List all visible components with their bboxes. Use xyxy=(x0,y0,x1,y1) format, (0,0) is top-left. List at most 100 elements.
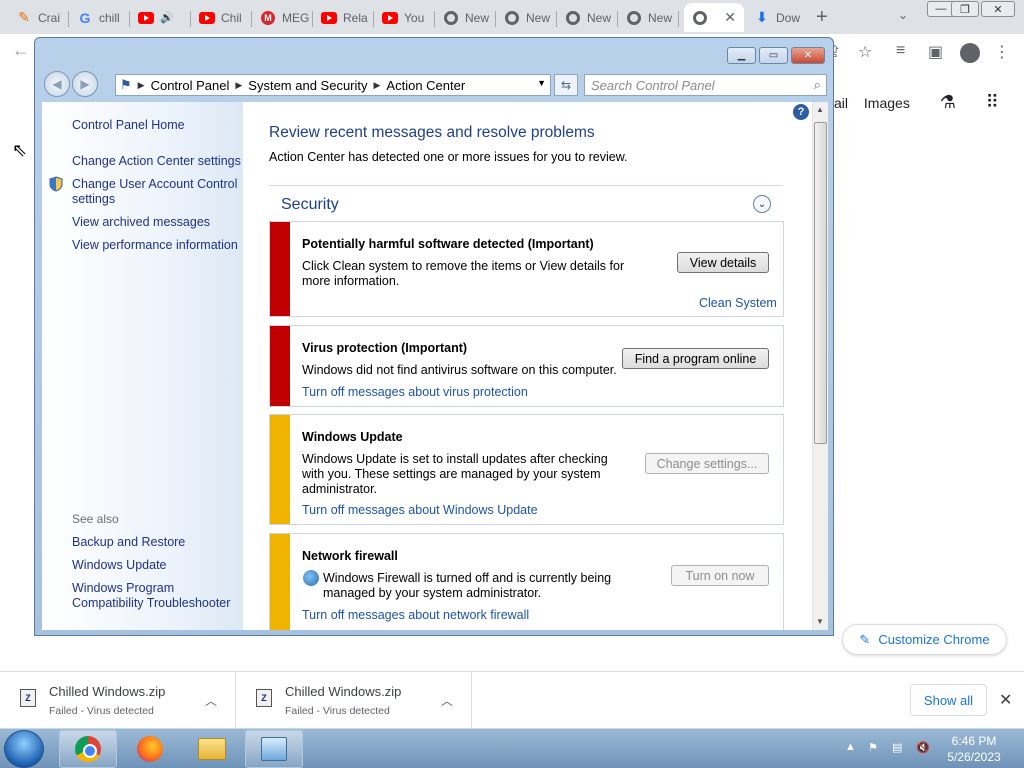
tab-new-1[interactable]: New xyxy=(435,3,496,32)
severity-bar-red xyxy=(270,222,290,316)
message-harmful-software: Potentially harmful software detected (I… xyxy=(269,221,784,317)
profile-avatar-icon[interactable] xyxy=(960,43,980,63)
security-section-title[interactable]: Security xyxy=(281,196,339,214)
show-hidden-icons-icon[interactable]: ▲ xyxy=(845,741,856,753)
link-change-action-center-settings[interactable]: Change Action Center settings xyxy=(72,154,242,169)
close-button[interactable]: ✕ xyxy=(981,1,1015,17)
back-arrow-icon[interactable]: ← xyxy=(12,40,30,61)
mouse-cursor-icon: ⇖ xyxy=(12,140,28,160)
google-header-links: ail Images ⚗ ⠿ xyxy=(834,92,999,113)
link-view-performance-information[interactable]: View performance information xyxy=(72,238,242,253)
restore-button[interactable]: ❐ xyxy=(951,1,979,17)
turn-on-now-button[interactable]: Turn on now xyxy=(671,565,769,586)
tab-youtube[interactable]: You xyxy=(374,3,435,32)
tab-new-2[interactable]: New xyxy=(496,3,557,32)
find-program-online-button[interactable]: Find a program online xyxy=(622,348,769,369)
show-all-button[interactable]: Show all xyxy=(910,684,987,716)
tab-youtube-audio[interactable]: 🔊 xyxy=(130,3,191,32)
collapse-chevron-icon[interactable]: ⌄ xyxy=(753,195,771,213)
forward-arrow-icon[interactable]: ▶ xyxy=(72,71,98,97)
network-icon[interactable]: ▤ xyxy=(892,741,902,754)
tab-chill-search[interactable]: G chill xyxy=(69,3,130,32)
system-clock[interactable]: 6:46 PM 5/26/2023 xyxy=(934,733,1014,765)
link-view-archived-messages[interactable]: View archived messages xyxy=(72,215,242,230)
scroll-down-arrow-icon[interactable]: ▼ xyxy=(816,617,824,626)
tab-youtube-rela[interactable]: Rela xyxy=(313,3,374,32)
labs-flask-icon[interactable]: ⚗ xyxy=(940,92,956,112)
scroll-up-arrow-icon[interactable]: ▲ xyxy=(816,105,824,114)
turn-off-virus-messages-link[interactable]: Turn off messages about virus protection xyxy=(302,385,528,399)
taskbar-chrome[interactable] xyxy=(59,730,117,768)
cp-minimize-button[interactable]: ▁ xyxy=(727,47,756,64)
view-details-button[interactable]: View details xyxy=(677,252,769,273)
audio-playing-icon[interactable]: 🔊 xyxy=(160,11,174,24)
youtube-icon xyxy=(138,10,154,26)
left-task-pane: Control Panel Home Change Action Center … xyxy=(42,102,243,630)
cp-close-button[interactable]: ✕ xyxy=(791,47,825,64)
tab-new-4[interactable]: New xyxy=(618,3,679,32)
browser-tab-strip: ✎ Crai G chill 🔊 Chil M MEG Rela You New xyxy=(0,0,1024,34)
tab-mega[interactable]: M MEG xyxy=(252,3,313,32)
new-tab-button[interactable]: + xyxy=(816,6,828,29)
breadcrumb-control-panel[interactable]: Control Panel xyxy=(151,78,230,93)
search-control-panel-input[interactable]: Search Control Panel ⌕ xyxy=(584,74,827,96)
tab-close-icon[interactable]: ✕ xyxy=(724,9,736,26)
start-button[interactable] xyxy=(4,730,44,768)
chevron-up-icon[interactable]: ︿ xyxy=(441,692,453,709)
link-backup-restore[interactable]: Backup and Restore xyxy=(72,535,242,550)
address-bar[interactable]: ⚑ ▶ Control Panel ▶ System and Security … xyxy=(115,74,551,96)
vertical-scrollbar[interactable]: ▲ ▼ xyxy=(812,102,828,630)
action-center-flag-icon[interactable]: ⚑ xyxy=(868,741,878,754)
tab-new-3[interactable]: New xyxy=(557,3,618,32)
cp-maximize-button[interactable]: ▭ xyxy=(759,47,788,64)
firefox-icon xyxy=(137,736,163,762)
message-title: Potentially harmful software detected (I… xyxy=(302,237,594,251)
volume-muted-icon[interactable]: 🔇 xyxy=(916,741,930,754)
crumb-arrow-icon[interactable]: ▶ xyxy=(374,80,381,91)
chrome-icon xyxy=(627,10,641,25)
tab-search-chevron-icon[interactable]: ⌄ xyxy=(898,8,908,22)
crumb-arrow-icon[interactable]: ▶ xyxy=(138,80,145,91)
message-text: Windows Update is set to install updates… xyxy=(302,452,608,496)
address-dropdown-icon[interactable]: ▼ xyxy=(537,78,546,88)
bookmark-star-icon[interactable]: ☆ xyxy=(858,42,872,62)
taskbar-control-panel[interactable] xyxy=(245,730,303,768)
breadcrumb-action-center[interactable]: Action Center xyxy=(386,78,465,93)
help-icon[interactable]: ? xyxy=(793,104,809,120)
link-change-uac-settings[interactable]: Change User Account Control settings xyxy=(72,177,242,207)
tab-label: New xyxy=(465,10,490,25)
pencil-icon: ✎ xyxy=(18,9,30,25)
tab-active[interactable]: ✕ xyxy=(684,3,744,32)
download-item[interactable]: Z Chilled Windows.zip Failed - Virus det… xyxy=(236,672,472,728)
refresh-button[interactable]: ⇆ xyxy=(554,74,578,96)
tab-crai[interactable]: ✎ Crai xyxy=(8,3,69,32)
customize-chrome-button[interactable]: ✎ Customize Chrome xyxy=(842,624,1007,655)
chevron-up-icon[interactable]: ︿ xyxy=(205,692,217,709)
link-compatibility-troubleshooter[interactable]: Windows Program Compatibility Troublesho… xyxy=(72,581,242,611)
taskbar-explorer[interactable] xyxy=(183,730,241,768)
scrollbar-thumb[interactable] xyxy=(814,122,827,444)
search-icon[interactable]: ⌕ xyxy=(814,77,821,93)
download-item[interactable]: Z Chilled Windows.zip Failed - Virus det… xyxy=(0,672,236,728)
link-control-panel-home[interactable]: Control Panel Home xyxy=(72,118,242,133)
clean-system-link[interactable]: Clean System xyxy=(699,296,777,310)
zip-file-icon: Z xyxy=(256,689,272,707)
close-shelf-icon[interactable]: ✕ xyxy=(999,690,1012,710)
menu-kebab-icon[interactable]: ⋮ xyxy=(994,42,1010,62)
gmail-link[interactable]: ail xyxy=(834,95,848,111)
tab-youtube-chil[interactable]: Chil xyxy=(191,3,252,32)
link-windows-update[interactable]: Windows Update xyxy=(72,558,242,573)
images-link[interactable]: Images xyxy=(864,95,910,111)
zip-file-icon: Z xyxy=(20,689,36,707)
turn-off-firewall-messages-link[interactable]: Turn off messages about network firewall xyxy=(302,608,529,622)
back-arrow-icon[interactable]: ◀ xyxy=(44,71,70,97)
taskbar-firefox[interactable] xyxy=(121,730,179,768)
side-panel-icon[interactable]: ▣ xyxy=(928,42,943,62)
tab-downloads[interactable]: ⬇ Dow xyxy=(746,3,804,32)
crumb-arrow-icon[interactable]: ▶ xyxy=(235,80,242,91)
apps-grid-icon[interactable]: ⠿ xyxy=(986,92,999,112)
reading-list-icon[interactable]: ≡ xyxy=(896,42,905,60)
change-settings-button[interactable]: Change settings... xyxy=(645,453,769,474)
breadcrumb-system-security[interactable]: System and Security xyxy=(248,78,367,93)
turn-off-windows-update-messages-link[interactable]: Turn off messages about Windows Update xyxy=(302,503,538,517)
